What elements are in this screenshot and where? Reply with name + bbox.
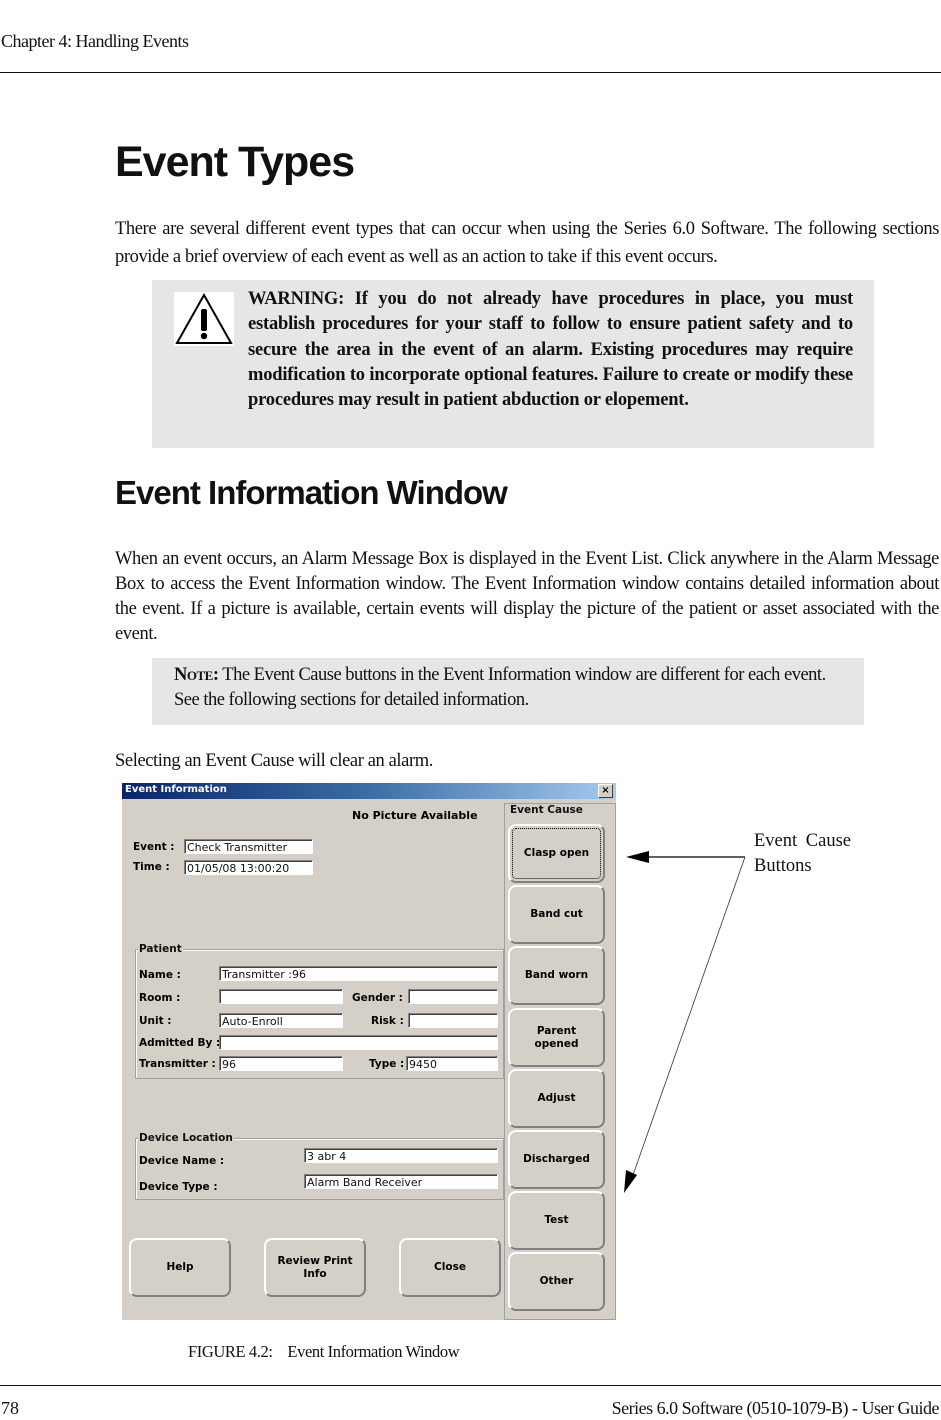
event-cause-callout-label: Event Cause Buttons	[754, 831, 851, 876]
callout-arrows	[624, 851, 746, 1193]
page-number: 78	[1, 1398, 19, 1418]
arrow-to-lower-buttons	[624, 856, 746, 1193]
figure-caption: FIGURE 4.2: Event Information Window	[188, 1342, 460, 1361]
arrow-to-first-button	[626, 851, 745, 863]
footer-title: Series 6.0 Software (0510-1079-B) - User…	[611, 1398, 940, 1418]
footer-rule	[0, 1385, 941, 1386]
